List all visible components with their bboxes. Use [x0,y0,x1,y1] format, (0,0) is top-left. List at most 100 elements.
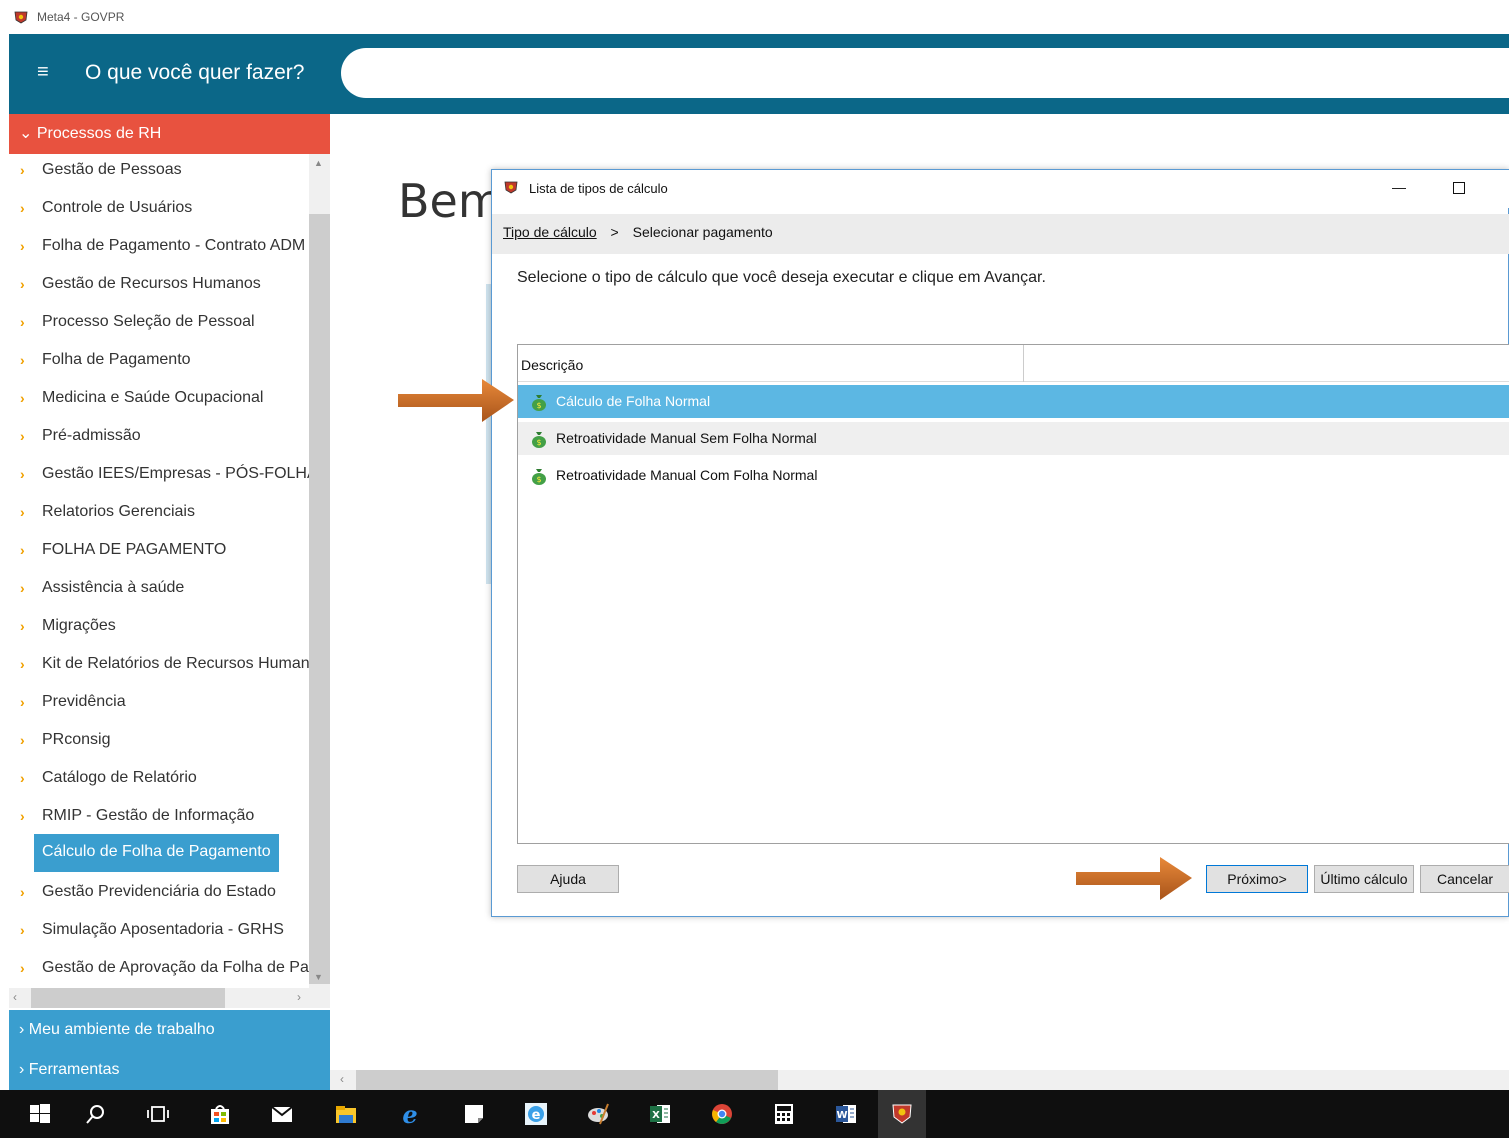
meta4-icon[interactable] [878,1090,926,1138]
chevron-right-icon: › [20,276,25,292]
column-header-descricao[interactable]: Descrição [521,357,583,373]
sidebar-item[interactable]: › Folha de Pagamento [9,344,309,382]
chevron-right-icon: › [20,770,25,786]
calc-type-dialog: Lista de tipos de cálculo — Tipo de cálc… [491,169,1509,917]
hamburger-menu-icon[interactable]: ≡ [37,62,49,82]
section-meu-ambiente[interactable]: › Meu ambiente de trabalho [9,1010,330,1050]
sidebar-item[interactable]: › Migrações [9,610,309,648]
sidebar-item[interactable]: › Pré-admissão [9,420,309,458]
app-header: ≡ O que você quer fazer? [9,34,1509,114]
scrollbar-thumb[interactable] [356,1070,778,1090]
minimize-icon[interactable]: — [1392,179,1406,195]
sidebar-item[interactable]: › Gestão de Pessoas [9,154,309,192]
svg-text:X: X [652,1110,660,1121]
calc-type-grid: Descrição $ Cálculo de Folha Normal $ Re… [517,344,1509,844]
sidebar-list: › Gestão de Pessoas › Controle de Usuários… [9,154,309,988]
chevron-right-icon: › [20,884,25,900]
maximize-icon[interactable] [1453,182,1465,194]
help-button[interactable]: Ajuda [517,865,619,893]
sidebar-item[interactable]: ›Gestão de Aprovação da Folha de Pagamen… [9,952,309,988]
meta4-app-icon [14,11,28,24]
annotation-arrow-icon [1076,857,1192,900]
sidebar-horizontal-scrollbar[interactable]: ‹ › [9,988,330,1008]
section-ferramentas[interactable]: › Ferramentas [9,1050,330,1090]
sidebar-item[interactable]: › RMIP - Gestão de Informação [9,800,309,838]
dialog-title-bar[interactable]: Lista de tipos de cálculo — [492,170,1509,208]
paint-icon[interactable] [574,1090,622,1138]
section-title: Processos de RH [36,125,162,142]
scrollbar-thumb[interactable] [309,214,330,984]
window-title-bar: Meta4 - GOVPR [0,0,1509,34]
mail-icon[interactable] [258,1090,306,1138]
scroll-left-icon[interactable]: ‹ [340,1072,344,1086]
main-horizontal-scrollbar[interactable]: ‹ [330,1070,1509,1090]
sidebar-item[interactable]: › Gestão Previdenciária do Estado [9,876,309,914]
ie-icon[interactable]: e [512,1090,560,1138]
sidebar-item[interactable]: › Folha de Pagamento - Contrato ADM [9,230,309,268]
sidebar-vertical-scrollbar[interactable]: ▲ ▼ [309,154,330,988]
grid-header: Descrição [518,345,1509,382]
grid-row[interactable]: $ Retroatividade Manual Com Folha Normal [518,459,1509,492]
search-icon[interactable] [72,1090,120,1138]
sidebar-item[interactable]: › Kit de Relatórios de Recursos Humanos [9,648,309,686]
sidebar-item[interactable]: › Previdência [9,686,309,724]
windows-start-icon[interactable] [16,1090,64,1138]
section-processos-rh[interactable]: ⌄ Processos de RH [9,114,330,154]
breadcrumb: Tipo de cálculo > Selecionar pagamento [492,214,1509,254]
sidebar: ⌄ Processos de RH › Gestão de Pessoas › Co… [9,114,330,1090]
chevron-right-icon: › [20,542,25,558]
sidebar-item[interactable]: › Gestão de Recursos Humanos [9,268,309,306]
chevron-right-icon: › [20,200,25,216]
store-icon[interactable] [196,1090,244,1138]
dialog-title: Lista de tipos de cálculo [529,181,668,196]
chevron-right-icon: › [20,618,25,634]
breadcrumb-link-tipo-calculo[interactable]: Tipo de cálculo [503,224,597,240]
chevron-down-icon: ⌄ [19,125,33,142]
scroll-right-icon[interactable]: › [297,990,301,1004]
money-bag-icon: $ [532,469,546,485]
sidebar-item-calculo-folha[interactable]: Cálculo de Folha de Pagamento [9,834,309,872]
sidebar-item[interactable]: › Gestão IEES/Empresas - PÓS-FOLHA [9,458,309,496]
chevron-right-icon: › [20,352,25,368]
chevron-right-icon: › [20,694,25,710]
sidebar-item[interactable]: › Medicina e Saúde Ocupacional [9,382,309,420]
scroll-down-icon[interactable]: ▼ [314,972,323,982]
chevron-right-icon: › [20,314,25,330]
scroll-left-icon[interactable]: ‹ [13,990,17,1004]
sidebar-item[interactable]: › Controle de Usuários [9,192,309,230]
breadcrumb-separator: > [610,224,619,240]
sidebar-item[interactable]: › Processo Seleção de Pessoal [9,306,309,344]
cancel-button[interactable]: Cancelar [1420,865,1509,893]
chevron-right-icon: › [20,390,25,406]
next-button[interactable]: Próximo> [1206,865,1308,893]
chevron-right-icon: › [20,808,25,824]
windows-taskbar: e e X W [0,1090,1509,1138]
column-divider[interactable] [1023,345,1024,382]
sidebar-item[interactable]: › Catálogo de Relatório [9,762,309,800]
grid-row-selected[interactable]: $ Cálculo de Folha Normal [518,385,1509,418]
sidebar-item[interactable]: › Simulação Aposentadoria - GRHS [9,914,309,952]
last-calc-button[interactable]: Último cálculo [1314,865,1414,893]
sidebar-item[interactable]: › PRconsig [9,724,309,762]
sidebar-item[interactable]: › FOLHA DE PAGAMENTO [9,534,309,572]
grid-row[interactable]: $ Retroatividade Manual Sem Folha Normal [518,422,1509,455]
chevron-right-icon: › [19,1061,25,1078]
sticky-notes-icon[interactable] [450,1090,498,1138]
chevron-right-icon: › [20,428,25,444]
edge-icon[interactable]: e [386,1090,434,1138]
scroll-up-icon[interactable]: ▲ [314,158,323,168]
word-icon[interactable]: W [822,1090,870,1138]
task-view-icon[interactable] [134,1090,182,1138]
file-explorer-icon[interactable] [322,1090,370,1138]
search-input[interactable] [341,48,1509,98]
svg-text:$: $ [536,475,541,484]
chevron-right-icon: › [19,1021,25,1038]
svg-text:W: W [836,1110,847,1121]
calculator-icon[interactable] [760,1090,808,1138]
excel-icon[interactable]: X [636,1090,684,1138]
scrollbar-thumb[interactable] [31,988,225,1008]
meta4-app-icon [504,181,518,194]
sidebar-item[interactable]: › Assistência à saúde [9,572,309,610]
chrome-icon[interactable] [698,1090,746,1138]
sidebar-item[interactable]: › Relatorios Gerenciais [9,496,309,534]
